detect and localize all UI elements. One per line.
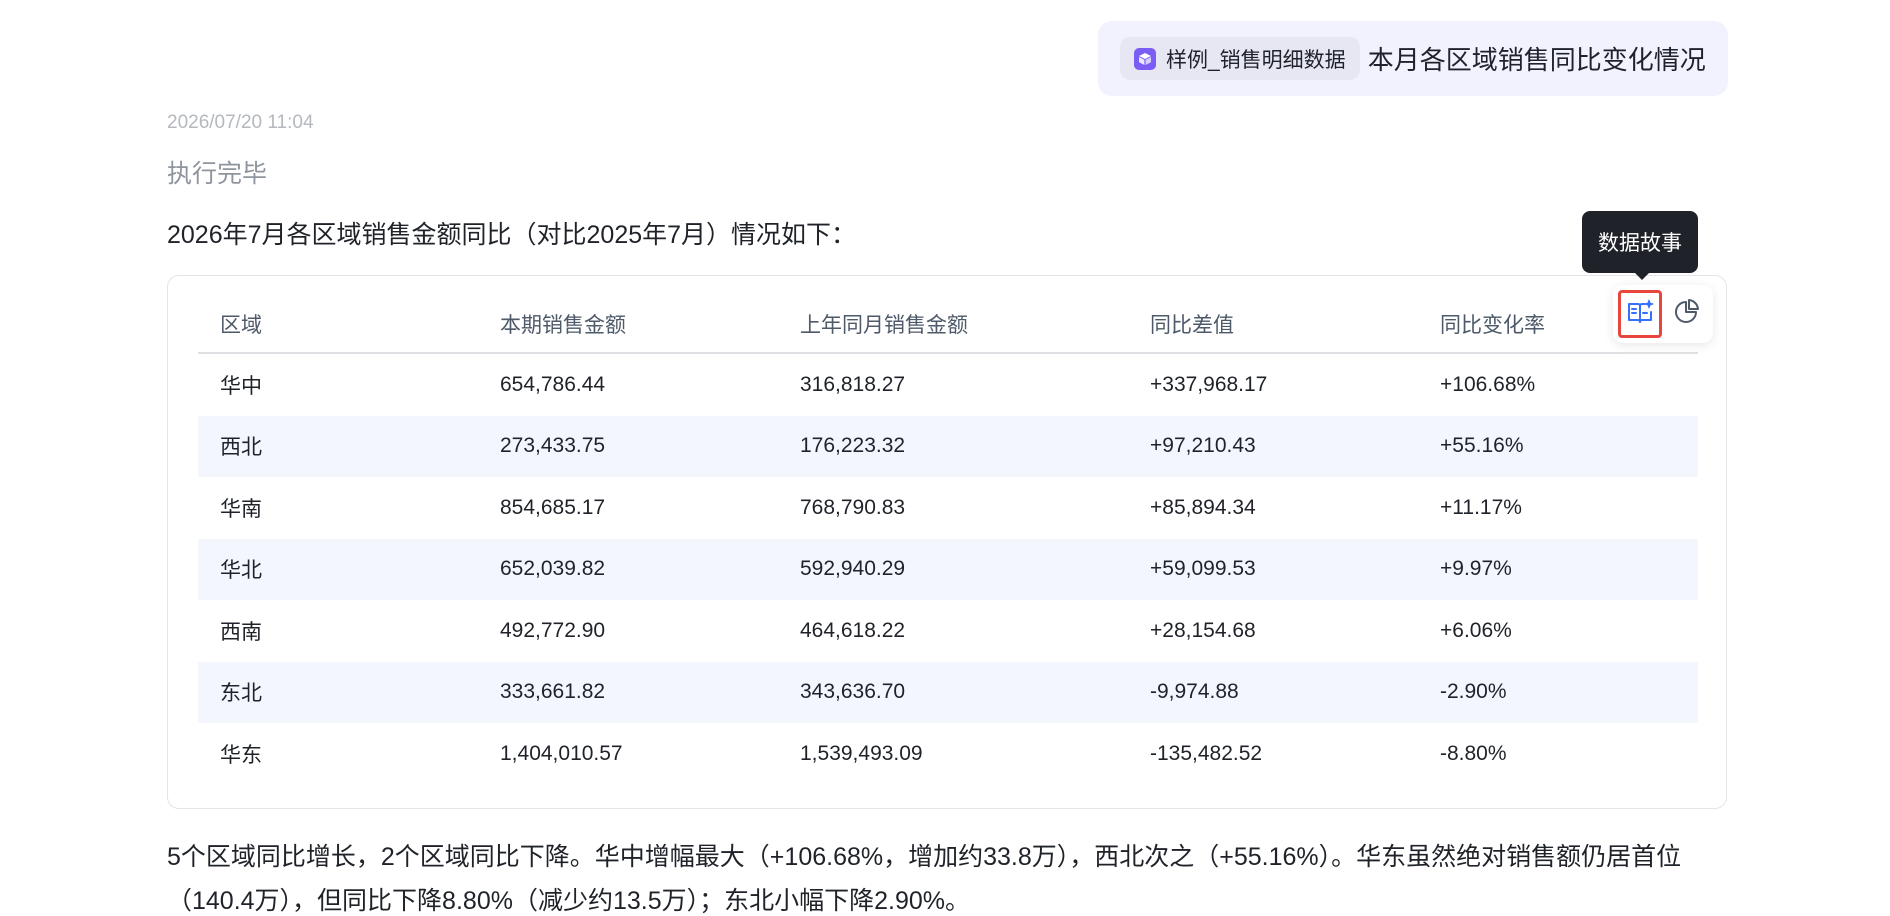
result-table: 区域 本期销售金额 上年同月销售金额 同比差值 同比变化率 华中 654,786…: [198, 296, 1698, 785]
cell-current-sales: 273,433.75: [500, 434, 606, 458]
cell-yoy-rate: -8.80%: [1440, 741, 1507, 765]
cell-current-sales: 333,661.82: [500, 680, 606, 704]
table-header: 区域 本期销售金额 上年同月销售金额 同比差值 同比变化率: [198, 296, 1698, 354]
header-yoy-diff: 同比差值: [1150, 314, 1234, 337]
cell-last-year-sales: 464,618.22: [800, 618, 906, 642]
cell-current-sales: 854,685.17: [500, 495, 606, 519]
cell-current-sales: 652,039.82: [500, 557, 606, 581]
data-story-tooltip: 数据故事: [1582, 211, 1698, 273]
chat-page: 样例_销售明细数据 本月各区域销售同比变化情况 2026/07/20 11:04…: [0, 0, 1890, 916]
table-row: 华中 654,786.44 316,818.27 +337,968.17 +10…: [198, 354, 1698, 416]
cell-yoy-diff: +97,210.43: [1150, 434, 1256, 458]
cell-region: 华北: [220, 559, 262, 583]
header-region: 区域: [220, 314, 262, 337]
tooltip-arrow: [1634, 272, 1650, 280]
answer-timestamp: 2026/07/20 11:04: [167, 112, 314, 133]
cell-yoy-diff: +28,154.68: [1150, 618, 1256, 642]
data-story-button[interactable]: [1618, 290, 1662, 338]
cell-yoy-diff: +85,894.34: [1150, 495, 1256, 519]
table-row: 东北 333,661.82 343,636.70 -9,974.88 -2.90…: [198, 661, 1698, 723]
table-row: 西北 273,433.75 176,223.32 +97,210.43 +55.…: [198, 415, 1698, 477]
dataset-label: 样例_销售明细数据: [1166, 48, 1346, 72]
cell-region: 华南: [220, 497, 262, 521]
pie-chart-icon: [1672, 298, 1700, 331]
result-table-card: 区域 本期销售金额 上年同月销售金额 同比差值 同比变化率 华中 654,786…: [167, 275, 1727, 809]
cell-last-year-sales: 316,818.27: [800, 372, 906, 396]
chart-button[interactable]: [1664, 290, 1708, 338]
cell-yoy-rate: +11.17%: [1440, 495, 1522, 519]
cell-current-sales: 492,772.90: [500, 618, 606, 642]
table-row: 西南 492,772.90 464,618.22 +28,154.68 +6.0…: [198, 600, 1698, 662]
answer-summary: 5个区域同比增长，2个区域同比下降。华中增幅最大（+106.68%，增加约33.…: [167, 843, 1682, 915]
cell-yoy-rate: +55.16%: [1440, 434, 1524, 458]
cell-region: 西北: [220, 436, 262, 460]
cell-yoy-rate: +106.68%: [1440, 372, 1536, 396]
cell-yoy-rate: +6.06%: [1440, 618, 1512, 642]
cell-region: 西南: [220, 620, 262, 644]
cell-current-sales: 654,786.44: [500, 372, 606, 396]
cell-region: 华中: [220, 374, 262, 398]
cell-yoy-diff: -135,482.52: [1150, 741, 1263, 765]
cell-region: 东北: [220, 682, 262, 706]
table-row: 华南 854,685.17 768,790.83 +85,894.34 +11.…: [198, 477, 1698, 539]
cell-last-year-sales: 176,223.32: [800, 434, 906, 458]
user-question-bubble: 样例_销售明细数据 本月各区域销售同比变化情况: [1098, 21, 1728, 96]
cell-last-year-sales: 343,636.70: [800, 680, 906, 704]
answer-intro: 2026年7月各区域销售金额同比（对比2025年7月）情况如下：: [167, 221, 857, 249]
table-action-bar: [1613, 285, 1713, 343]
table-row: 华东 1,404,010.57 1,539,493.09 -135,482.52…: [198, 723, 1698, 785]
cell-yoy-diff: -9,974.88: [1150, 680, 1239, 704]
dataset-chip[interactable]: 样例_销售明细数据: [1120, 37, 1360, 80]
cell-yoy-rate: +9.97%: [1440, 557, 1512, 581]
cell-yoy-diff: +59,099.53: [1150, 557, 1256, 581]
dataset-icon: [1134, 47, 1156, 70]
cell-yoy-diff: +337,968.17: [1150, 372, 1268, 396]
header-last-year-sales: 上年同月销售金额: [800, 314, 968, 337]
cell-region: 华东: [220, 743, 262, 767]
cell-current-sales: 1,404,010.57: [500, 741, 623, 765]
cell-yoy-rate: -2.90%: [1440, 680, 1507, 704]
cell-last-year-sales: 768,790.83: [800, 495, 906, 519]
header-current-sales: 本期销售金额: [500, 314, 626, 337]
cell-last-year-sales: 592,940.29: [800, 557, 906, 581]
cell-last-year-sales: 1,539,493.09: [800, 741, 923, 765]
question-text: 本月各区域销售同比变化情况: [1367, 45, 1706, 75]
execution-status: 执行完毕: [167, 160, 268, 188]
book-sparkle-icon: [1626, 298, 1654, 331]
table-row: 华北 652,039.82 592,940.29 +59,099.53 +9.9…: [198, 538, 1698, 600]
